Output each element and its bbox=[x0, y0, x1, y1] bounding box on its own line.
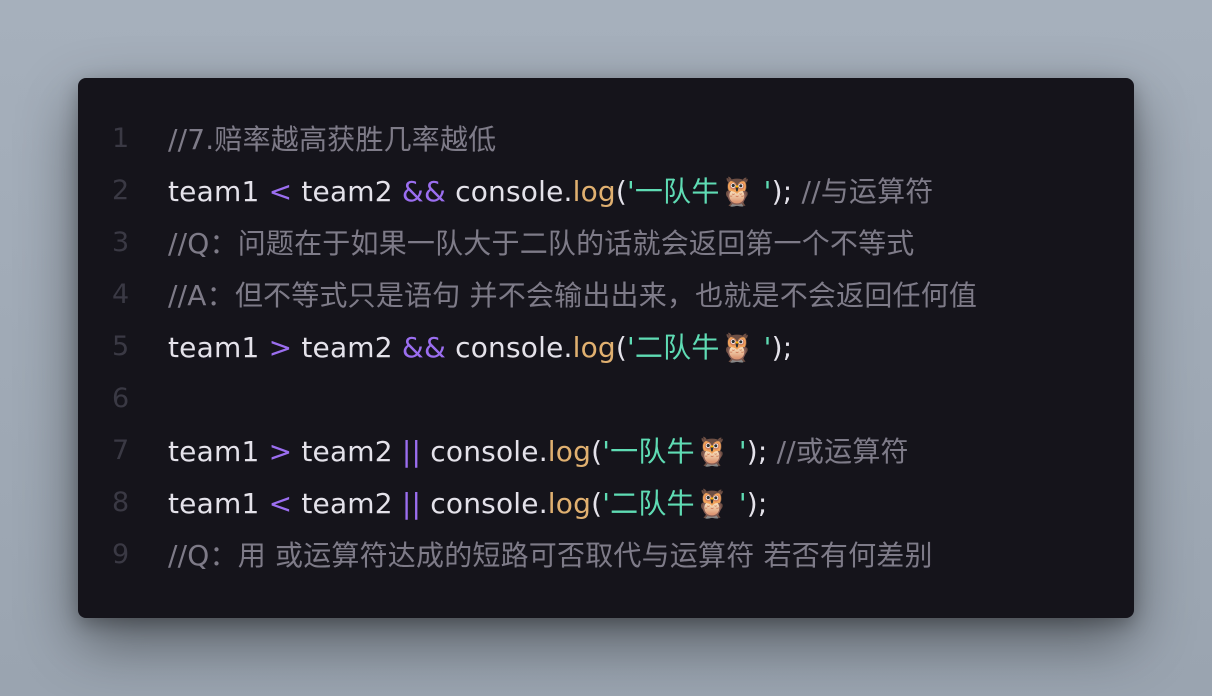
paren-open: ( bbox=[615, 331, 628, 364]
line-content: team1 > team2 && console.log('二队牛🦉 '); bbox=[168, 326, 792, 366]
comment: //A：但不等式只是语句 并不会输出出来，也就是不会返回任何值 bbox=[168, 279, 978, 312]
comparison-operator: < bbox=[268, 175, 293, 208]
object-name: console. bbox=[455, 331, 573, 364]
code-line-7: 7 team1 > team2 || console.log('一队牛🦉 ');… bbox=[78, 424, 1134, 476]
comparison-operator: > bbox=[268, 331, 293, 364]
comment: //Q：问题在于如果一队大于二队的话就会返回第一个不等式 bbox=[168, 227, 915, 260]
code-line-6: 6 bbox=[78, 372, 1134, 424]
line-number: 4 bbox=[112, 278, 130, 310]
line-number: 7 bbox=[112, 434, 130, 466]
paren-open: ( bbox=[591, 487, 603, 520]
code-line-3: 3 //Q：问题在于如果一队大于二队的话就会返回第一个不等式 bbox=[78, 216, 1134, 268]
comparison-operator: < bbox=[268, 487, 293, 520]
line-content: //Q：问题在于如果一队大于二队的话就会返回第一个不等式 bbox=[168, 222, 915, 262]
line-number: 1 bbox=[112, 122, 130, 154]
string-literal: '一队牛🦉 ' bbox=[602, 435, 747, 468]
string-literal: '二队牛🦉 ' bbox=[602, 487, 747, 520]
line-number: 8 bbox=[112, 486, 130, 518]
paren-open: ( bbox=[591, 435, 603, 468]
function-name: log bbox=[547, 487, 592, 520]
comparison-operator: > bbox=[268, 435, 293, 468]
object-name: console. bbox=[430, 435, 548, 468]
code-line-5: 5 team1 > team2 && console.log('二队牛🦉 '); bbox=[78, 320, 1134, 372]
code-editor-window: 1 //7.赔率越高获胜几率越低 2 team1 < team2 && cons… bbox=[78, 78, 1134, 618]
comment: //或运算符 bbox=[767, 435, 909, 468]
string-literal: '一队牛🦉 ' bbox=[627, 175, 772, 208]
line-content: team1 < team2 || console.log('二队牛🦉 '); bbox=[168, 482, 768, 522]
paren-close: ); bbox=[771, 175, 793, 208]
paren-close: ); bbox=[746, 435, 768, 468]
code-line-2: 2 team1 < team2 && console.log('一队牛🦉 ');… bbox=[78, 164, 1134, 216]
identifier: team1 bbox=[168, 435, 260, 468]
line-content: //A：但不等式只是语句 并不会输出出来，也就是不会返回任何值 bbox=[168, 274, 977, 314]
paren-close: ); bbox=[746, 487, 768, 520]
identifier: team2 bbox=[301, 487, 393, 520]
comment: //7.赔率越高获胜几率越低 bbox=[168, 123, 497, 156]
object-name: console. bbox=[455, 175, 573, 208]
line-number: 5 bbox=[112, 330, 130, 362]
code-line-4: 4 //A：但不等式只是语句 并不会输出出来，也就是不会返回任何值 bbox=[78, 268, 1134, 320]
code-line-8: 8 team1 < team2 || console.log('二队牛🦉 '); bbox=[78, 476, 1134, 528]
identifier: team1 bbox=[168, 331, 260, 364]
line-number: 3 bbox=[112, 226, 130, 258]
paren-close: ); bbox=[771, 331, 793, 364]
line-number: 2 bbox=[112, 174, 130, 206]
logical-operator: || bbox=[401, 487, 422, 520]
paren-open: ( bbox=[615, 175, 628, 208]
line-content: team1 < team2 && console.log('一队牛🦉 '); /… bbox=[168, 170, 934, 210]
code-line-1: 1 //7.赔率越高获胜几率越低 bbox=[78, 112, 1134, 164]
function-name: log bbox=[572, 175, 616, 208]
line-content: //Q：用 或运算符达成的短路可否取代与运算符 若否有何差别 bbox=[168, 534, 933, 574]
identifier: team2 bbox=[301, 435, 393, 468]
identifier: team1 bbox=[168, 487, 260, 520]
code-block[interactable]: 1 //7.赔率越高获胜几率越低 2 team1 < team2 && cons… bbox=[78, 112, 1134, 580]
comment: //与运算符 bbox=[792, 175, 934, 208]
code-line-9: 9 //Q：用 或运算符达成的短路可否取代与运算符 若否有何差别 bbox=[78, 528, 1134, 580]
logical-operator: && bbox=[401, 175, 446, 208]
line-content: team1 > team2 || console.log('一队牛🦉 '); /… bbox=[168, 430, 909, 470]
function-name: log bbox=[572, 331, 616, 364]
line-number: 6 bbox=[112, 382, 130, 414]
logical-operator: && bbox=[401, 331, 446, 364]
comment: //Q：用 或运算符达成的短路可否取代与运算符 若否有何差别 bbox=[168, 539, 933, 572]
identifier: team1 bbox=[168, 175, 260, 208]
function-name: log bbox=[547, 435, 592, 468]
identifier: team2 bbox=[301, 331, 393, 364]
line-content: //7.赔率越高获胜几率越低 bbox=[168, 118, 496, 158]
object-name: console. bbox=[430, 487, 548, 520]
line-number: 9 bbox=[112, 538, 130, 570]
string-literal: '二队牛🦉 ' bbox=[627, 331, 772, 364]
identifier: team2 bbox=[301, 175, 393, 208]
logical-operator: || bbox=[401, 435, 422, 468]
